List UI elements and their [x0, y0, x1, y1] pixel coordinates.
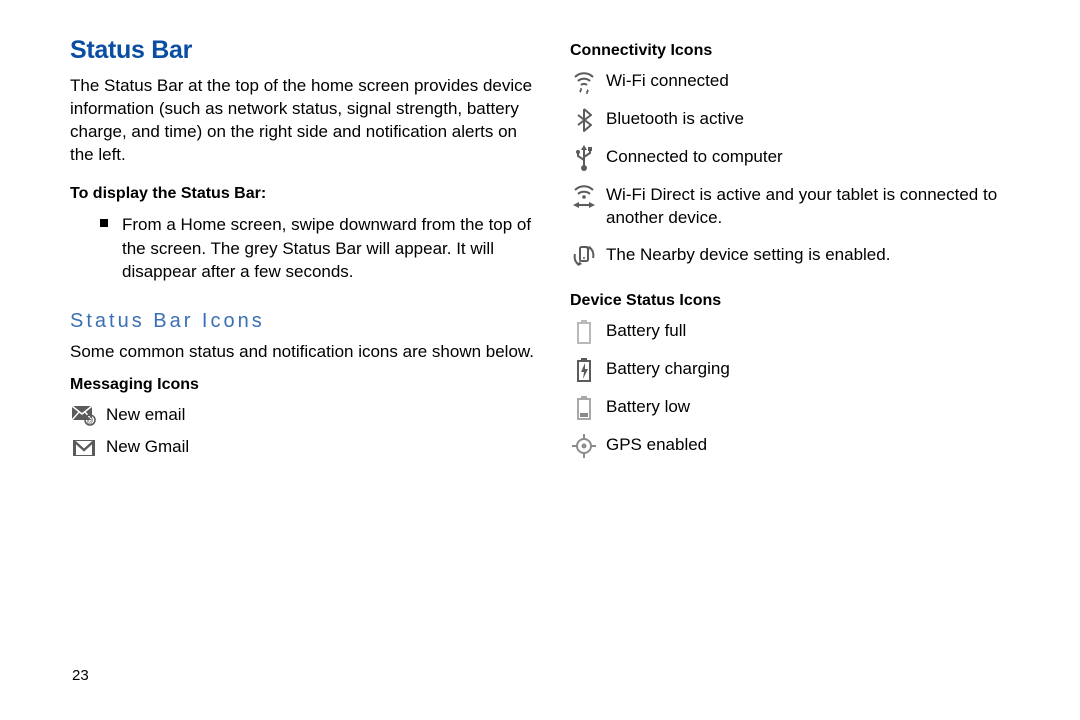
bullet-text: From a Home screen, swipe downward from … [122, 213, 540, 284]
display-status-bar-header: To display the Status Bar: [70, 185, 540, 203]
manual-page: Status Bar The Status Bar at the top of … [0, 0, 1080, 492]
row-battery-charging: Battery charging [570, 358, 1040, 382]
status-bar-icons-intro: Some common status and notification icon… [70, 341, 540, 364]
gps-icon [570, 434, 598, 458]
section-title-status-bar: Status Bar [70, 36, 540, 65]
row-new-gmail: New Gmail [70, 436, 540, 460]
status-bar-intro: The Status Bar at the top of the home sc… [70, 75, 540, 167]
subsection-status-bar-icons: Status Bar Icons [70, 310, 540, 333]
device-status-header: Device Status Icons [570, 292, 1040, 310]
bluetooth-icon [570, 108, 598, 132]
connectivity-icons-header: Connectivity Icons [570, 42, 1040, 60]
messaging-icons-header: Messaging Icons [70, 376, 540, 394]
wifi-icon [570, 70, 598, 94]
row-battery-low: Battery low [570, 396, 1040, 420]
wifi-label: Wi-Fi connected [606, 70, 1040, 93]
bullet-row: From a Home screen, swipe downward from … [100, 213, 540, 284]
new-gmail-label: New Gmail [106, 436, 540, 459]
new-gmail-icon [70, 436, 98, 460]
row-wifi: Wi-Fi connected [570, 70, 1040, 94]
usb-icon [570, 146, 598, 170]
row-nearby: The Nearby device setting is enabled. [570, 244, 1040, 268]
nearby-device-icon [570, 244, 598, 268]
battery-charging-label: Battery charging [606, 358, 1040, 381]
row-new-email: @ New email [70, 404, 540, 428]
row-battery-full: Battery full [570, 320, 1040, 344]
bullet-square-icon [100, 219, 108, 227]
new-email-label: New email [106, 404, 540, 427]
new-email-icon: @ [70, 404, 98, 428]
right-column: Connectivity Icons Wi-Fi connected [570, 36, 1040, 472]
battery-charging-icon [570, 358, 598, 382]
usb-label: Connected to computer [606, 146, 1040, 169]
battery-full-label: Battery full [606, 320, 1040, 343]
battery-low-label: Battery low [606, 396, 1040, 419]
bluetooth-label: Bluetooth is active [606, 108, 1040, 131]
battery-full-icon [570, 320, 598, 344]
row-gps: GPS enabled [570, 434, 1040, 458]
nearby-label: The Nearby device setting is enabled. [606, 244, 1040, 267]
left-column: Status Bar The Status Bar at the top of … [70, 36, 540, 472]
gps-label: GPS enabled [606, 434, 1040, 457]
page-number: 23 [72, 667, 89, 684]
row-bluetooth: Bluetooth is active [570, 108, 1040, 132]
svg-text:@: @ [86, 418, 93, 425]
row-usb: Connected to computer [570, 146, 1040, 170]
battery-low-icon [570, 396, 598, 420]
row-wifi-direct: Wi-Fi Direct is active and your tablet i… [570, 184, 1040, 230]
wifi-direct-label: Wi-Fi Direct is active and your tablet i… [606, 184, 1040, 230]
wifi-direct-icon [570, 184, 598, 208]
